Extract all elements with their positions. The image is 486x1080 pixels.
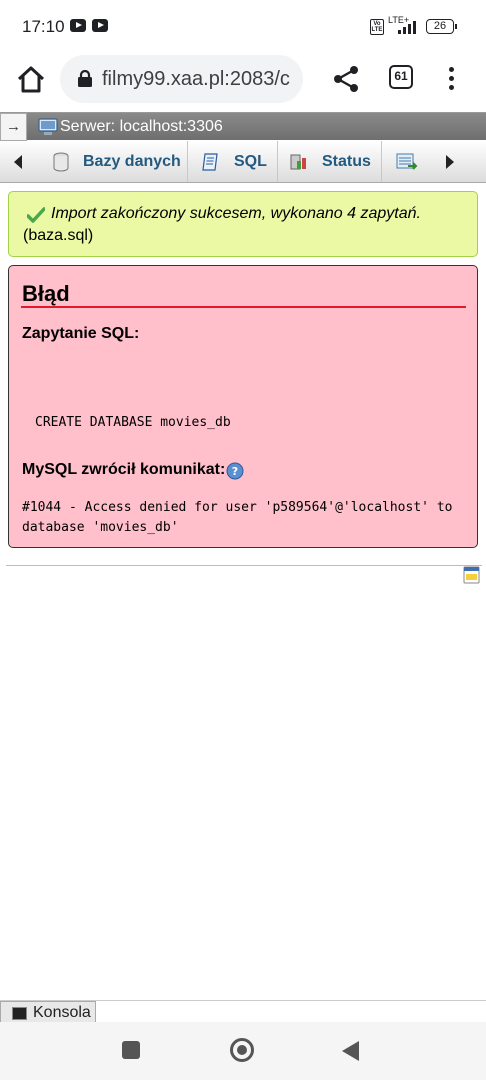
tab-databases[interactable]: Bazy danych bbox=[38, 141, 188, 182]
youtube-notification-icon bbox=[92, 19, 108, 32]
signal-icon bbox=[398, 20, 420, 34]
tab-export[interactable] bbox=[382, 141, 434, 182]
home-icon[interactable] bbox=[14, 62, 48, 96]
server-link[interactable]: Serwer: localhost:3306 bbox=[60, 118, 223, 136]
tab-sql-label: SQL bbox=[234, 153, 267, 170]
volte-icon: Vo LTE bbox=[370, 19, 384, 35]
tab-databases-label: Bazy danych bbox=[83, 153, 181, 170]
scroll-left-icon[interactable] bbox=[14, 155, 22, 169]
mysql-response-label: MySQL zwrócił komunikat: bbox=[22, 461, 226, 478]
success-filename: (baza.sql) bbox=[23, 227, 94, 244]
database-icon bbox=[53, 152, 69, 172]
sql-query-label: Zapytanie SQL: bbox=[22, 325, 140, 342]
error-message: Błąd Zapytanie SQL: CREATE DATABASE movi… bbox=[8, 265, 478, 548]
export-icon bbox=[396, 153, 418, 170]
status-time: 17:10 bbox=[22, 17, 65, 36]
browser-toolbar: filmy99.xaa.pl:2083/c 61 bbox=[0, 52, 486, 110]
page-settings-icon[interactable] bbox=[463, 566, 480, 584]
divider bbox=[6, 565, 482, 566]
lock-icon bbox=[78, 70, 92, 87]
console-label: Konsola bbox=[33, 1004, 91, 1021]
sql-query: CREATE DATABASE movies_db bbox=[35, 415, 231, 430]
success-text: Import zakończony sukcesem, wykonano 4 z… bbox=[51, 205, 421, 222]
error-title: Błąd bbox=[22, 281, 70, 306]
svg-text:?: ? bbox=[232, 465, 238, 478]
battery-icon: 26 bbox=[426, 19, 457, 34]
home-circle-icon[interactable] bbox=[230, 1038, 254, 1062]
console-bar: Konsola bbox=[0, 1000, 486, 1023]
server-icon bbox=[38, 118, 58, 135]
console-toggle[interactable]: Konsola bbox=[0, 1001, 96, 1023]
mysql-error-text: #1044 - Access denied for user 'p589564'… bbox=[22, 500, 453, 535]
server-breadcrumb: → Serwer: localhost:3306 bbox=[0, 112, 486, 141]
checkmark-icon bbox=[27, 207, 45, 223]
tab-status[interactable]: Status bbox=[278, 141, 382, 182]
navigation-collapse-button[interactable]: → bbox=[0, 113, 27, 141]
success-message: Import zakończony sukcesem, wykonano 4 z… bbox=[8, 191, 478, 257]
tab-sql[interactable]: SQL bbox=[188, 141, 278, 182]
url-text: filmy99.xaa.pl:2083/c bbox=[102, 68, 290, 90]
youtube-notification-icon bbox=[70, 19, 86, 32]
top-menu: Bazy danych SQL Status bbox=[0, 141, 486, 183]
status-icon bbox=[290, 154, 306, 170]
system-navigation-bar bbox=[0, 1022, 486, 1080]
tab-switcher-button[interactable]: 61 bbox=[389, 65, 413, 89]
error-title-underline bbox=[21, 306, 466, 308]
more-menu-icon[interactable] bbox=[443, 62, 459, 96]
tab-status-label: Status bbox=[322, 153, 371, 170]
help-icon[interactable]: ? bbox=[226, 462, 244, 480]
scroll-right-icon[interactable] bbox=[446, 155, 454, 169]
console-icon bbox=[12, 1007, 27, 1020]
recent-apps-icon[interactable] bbox=[122, 1041, 140, 1059]
share-icon[interactable] bbox=[331, 62, 361, 96]
address-bar[interactable]: filmy99.xaa.pl:2083/c bbox=[60, 55, 303, 103]
status-bar: 17:10 Vo LTE LTE+ 26 bbox=[0, 0, 486, 52]
sql-icon bbox=[202, 153, 218, 171]
back-icon[interactable] bbox=[342, 1041, 359, 1061]
